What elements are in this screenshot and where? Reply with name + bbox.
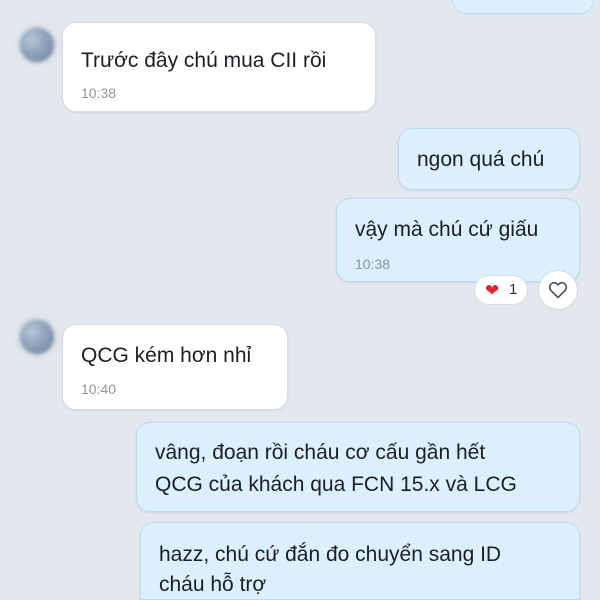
message-bubble-outgoing[interactable]: hazz, chú cứ đắn đo chuyển sang ID cháu … bbox=[140, 522, 580, 600]
avatar[interactable] bbox=[20, 320, 54, 354]
message-timestamp: 10:38 bbox=[355, 256, 391, 272]
message-bubble-partial[interactable] bbox=[452, 0, 594, 14]
message-text: ngon quá chú bbox=[417, 148, 545, 171]
message-bubble-incoming[interactable]: QCG kém hơn nhỉ 10:40 bbox=[62, 324, 288, 410]
message-timestamp: 10:38 bbox=[81, 85, 117, 101]
message-text-line: hazz, chú cứ đắn đo chuyển sang ID bbox=[159, 543, 502, 566]
reaction-badge[interactable]: ❤ 1 bbox=[474, 275, 528, 305]
message-bubble-outgoing[interactable]: vâng, đoạn rồi cháu cơ cấu gần hết QCG c… bbox=[136, 422, 580, 512]
heart-outline-icon bbox=[548, 281, 568, 299]
message-text: Trước đây chú mua CII rồi bbox=[81, 49, 327, 72]
message-text: QCG kém hơn nhỉ bbox=[81, 344, 252, 367]
message-bubble-outgoing[interactable]: vậy mà chú cứ giấu 10:38 bbox=[336, 198, 580, 282]
message-text-line: QCG của khách qua FCN 15.x và LCG bbox=[155, 473, 517, 496]
avatar[interactable] bbox=[20, 28, 54, 62]
message-text-line: cháu hỗ trợ bbox=[159, 573, 267, 596]
message-text-line: vâng, đoạn rồi cháu cơ cấu gần hết bbox=[155, 441, 486, 464]
react-button[interactable] bbox=[538, 270, 578, 310]
message-timestamp: 10:40 bbox=[81, 381, 117, 397]
reaction-count: 1 bbox=[509, 281, 518, 298]
message-text: vậy mà chú cứ giấu bbox=[355, 218, 539, 241]
message-bubble-incoming[interactable]: Trước đây chú mua CII rồi 10:38 bbox=[62, 22, 376, 112]
heart-icon: ❤ bbox=[485, 281, 500, 300]
chat-thread: Trước đây chú mua CII rồi 10:38 ngon quá… bbox=[0, 0, 600, 600]
message-bubble-outgoing[interactable]: ngon quá chú bbox=[398, 128, 580, 190]
